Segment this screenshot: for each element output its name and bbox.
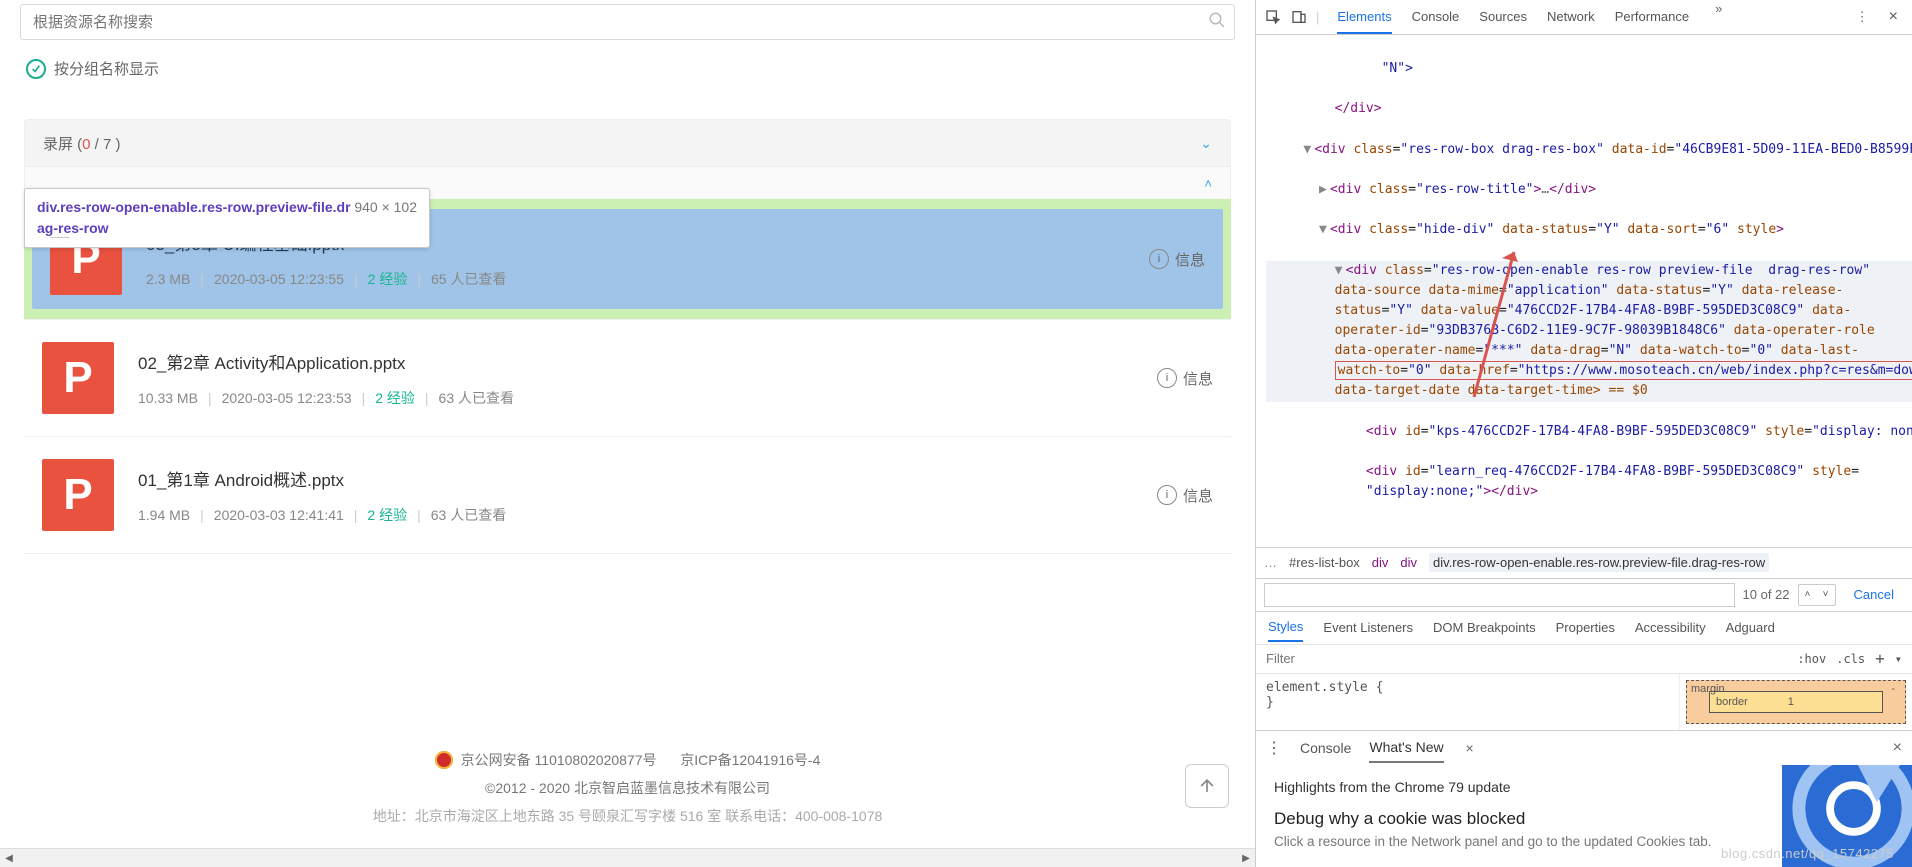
info-icon: i (1157, 485, 1177, 505)
styles-menu-icon[interactable]: ▾ (1895, 652, 1902, 666)
group-toggle[interactable]: 按分组名称显示 (0, 40, 1255, 83)
tab-elements[interactable]: Elements (1337, 1, 1391, 34)
hov-toggle[interactable]: :hov (1797, 652, 1826, 666)
info-button[interactable]: i信息 (1157, 485, 1213, 506)
watermark: blog.csdn.net/qq_15742275 (1721, 846, 1894, 861)
file-name: 02_第2章 Activity和Application.pptx (138, 349, 1133, 374)
chevron-up-icon: ˄ (1204, 176, 1212, 191)
scroll-top-button[interactable] (1185, 764, 1229, 808)
devtools-menu-icon[interactable]: ⋮ (1850, 9, 1875, 25)
dom-breadcrumb[interactable]: … #res-list-box div div div.res-row-open… (1256, 547, 1912, 578)
cls-toggle[interactable]: .cls (1836, 652, 1865, 666)
styles-filter-row: :hov .cls + ▾ (1256, 644, 1912, 673)
tab-whats-new[interactable]: What's New (1369, 733, 1443, 763)
tabs-overflow[interactable]: » (1709, 1, 1728, 34)
horizontal-scrollbar[interactable]: ◀ ▶ (0, 848, 1255, 867)
info-icon: i (1149, 249, 1169, 269)
drawer-tabs: ⋮ Console What's New × × (1256, 730, 1912, 765)
inspector-tooltip: 940 × 102 div.res-row-open-enable.res-ro… (24, 188, 430, 248)
devtools-toolbar: | Elements Console Sources Network Perfo… (1256, 0, 1912, 35)
close-icon[interactable]: × (1883, 8, 1904, 26)
scroll-left-icon[interactable]: ◀ (0, 849, 18, 867)
drawer-menu-icon[interactable]: ⋮ (1266, 732, 1282, 764)
file-type-icon: P (42, 459, 114, 531)
info-icon: i (1157, 368, 1177, 388)
chevron-down-icon[interactable]: ⌄ (1200, 135, 1212, 152)
devtools-tabs: Elements Console Sources Network Perform… (1337, 1, 1841, 34)
file-name: 01_第1章 Android概述.pptx (138, 466, 1133, 491)
resource-row[interactable]: P 01_第1章 Android概述.pptx 1.94 MB| 2020-03… (24, 437, 1231, 554)
tab-close-icon[interactable]: × (1462, 734, 1478, 762)
find-prev-icon[interactable]: ˄ (1799, 585, 1817, 605)
find-count: 10 of 22 (1743, 587, 1790, 602)
scroll-right-icon[interactable]: ▶ (1237, 849, 1255, 867)
check-icon (26, 59, 46, 79)
find-input[interactable] (1264, 583, 1735, 607)
tab-dom-breakpoints[interactable]: DOM Breakpoints (1433, 614, 1536, 641)
search-input[interactable] (21, 14, 1200, 31)
box-model: margin - border1 (1679, 674, 1912, 730)
page-content: 按分组名称显示 录屏 (0 / 7 ) ⌄ 940 × 102 div.res-… (0, 0, 1256, 867)
page-footer: 京公网安备 11010802020877号 京ICP备12041916号-4 ©… (0, 732, 1255, 848)
info-button[interactable]: i信息 (1157, 368, 1213, 389)
tab-performance[interactable]: Performance (1615, 1, 1689, 34)
search-box[interactable] (20, 4, 1235, 40)
styles-filter[interactable] (1256, 651, 1787, 666)
find-cancel[interactable]: Cancel (1844, 587, 1904, 602)
tab-drawer-console[interactable]: Console (1300, 734, 1351, 762)
styles-panel: element.style { } margin - border1 (1256, 673, 1912, 730)
tab-console[interactable]: Console (1412, 1, 1460, 34)
tab-sources[interactable]: Sources (1479, 1, 1527, 34)
styles-tabs: Styles Event Listeners DOM Breakpoints P… (1256, 611, 1912, 644)
resource-row[interactable]: P 02_第2章 Activity和Application.pptx 10.33… (24, 320, 1231, 437)
tab-properties[interactable]: Properties (1556, 614, 1615, 641)
dom-tree[interactable]: "N"> </div> ▼<div class="res-row-box dra… (1256, 35, 1912, 547)
file-type-icon: P (42, 342, 114, 414)
devtools: | Elements Console Sources Network Perfo… (1256, 0, 1912, 867)
section-header[interactable]: 录屏 (0 / 7 ) ⌄ (24, 119, 1231, 167)
whats-new-panel: Highlights from the Chrome 79 update Deb… (1256, 765, 1912, 867)
tooltip-selector: div.res-row-open-enable.res-row.preview-… (37, 199, 351, 236)
info-button[interactable]: i信息 (1149, 249, 1205, 270)
find-bar: 10 of 22 ˄˅ Cancel (1256, 578, 1912, 611)
tooltip-dims: 940 × 102 (354, 197, 417, 218)
search-icon[interactable] (1200, 11, 1234, 34)
drawer-close-icon[interactable]: × (1893, 733, 1902, 763)
tab-styles[interactable]: Styles (1268, 613, 1303, 642)
tab-adguard[interactable]: Adguard (1726, 614, 1775, 641)
new-rule-icon[interactable]: + (1875, 649, 1885, 668)
inspect-icon[interactable] (1264, 8, 1282, 26)
group-toggle-label: 按分组名称显示 (54, 58, 159, 79)
tab-event-listeners[interactable]: Event Listeners (1323, 614, 1413, 641)
device-icon[interactable] (1290, 8, 1308, 26)
tab-network[interactable]: Network (1547, 1, 1595, 34)
tab-accessibility[interactable]: Accessibility (1635, 614, 1706, 641)
shield-icon (435, 751, 453, 769)
find-next-icon[interactable]: ˅ (1817, 585, 1835, 605)
